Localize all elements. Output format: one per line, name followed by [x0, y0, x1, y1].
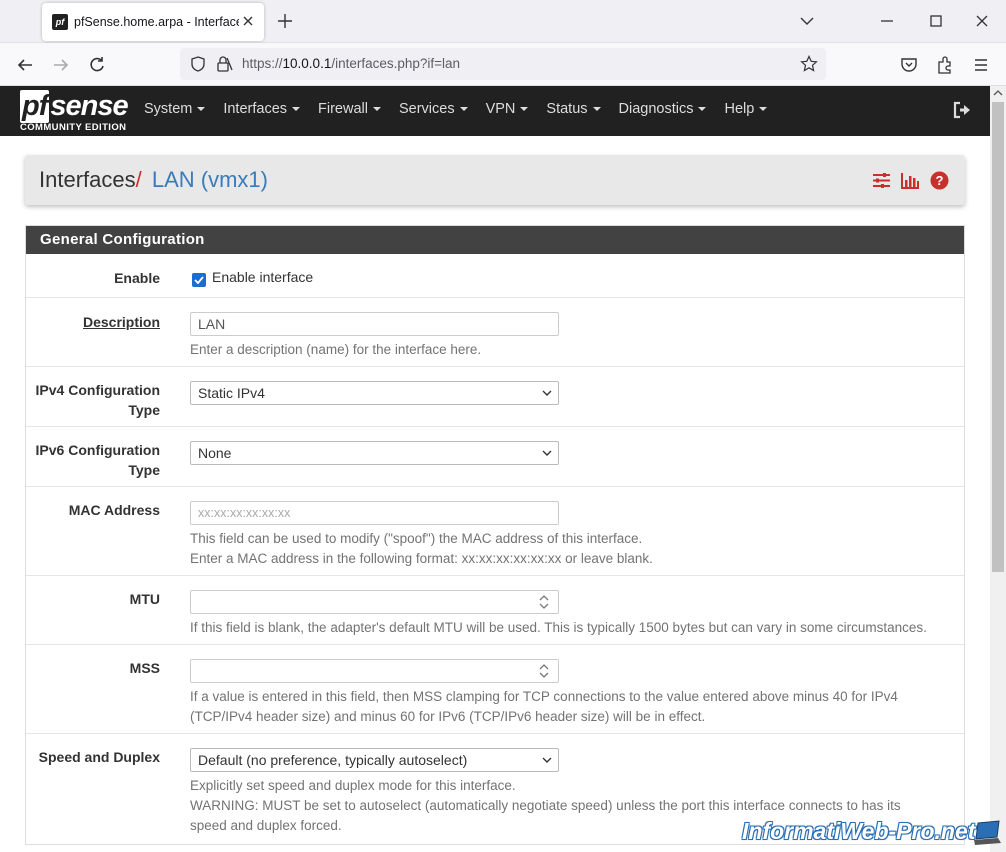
speed-duplex-help-2: WARNING: MUST be set to autoselect (auto…	[190, 798, 901, 813]
panel-title: General Configuration	[26, 226, 964, 254]
number-spinner-icon[interactable]	[538, 594, 550, 610]
bookmark-star-icon[interactable]	[800, 55, 818, 73]
breadcrumb-shortcuts: ?	[872, 171, 949, 190]
lock-warning-icon[interactable]	[215, 55, 233, 73]
minimize-icon[interactable]	[878, 12, 896, 30]
menu-status[interactable]: Status	[546, 101, 601, 117]
menu-firewall[interactable]: Firewall	[318, 101, 381, 117]
caret-down-icon	[372, 107, 381, 112]
breadcrumb-separator: /	[135, 167, 142, 192]
close-tab-icon[interactable]	[240, 13, 256, 29]
enable-row: Enable Enable interface	[26, 254, 964, 298]
description-label[interactable]: Description	[30, 312, 160, 332]
general-configuration-panel: General Configuration Enable Enable inte…	[25, 225, 965, 845]
enable-label: Enable	[114, 270, 160, 286]
enable-checkbox[interactable]	[192, 273, 206, 287]
menu-services[interactable]: Services	[399, 101, 468, 117]
browser-tab[interactable]: pf pfSense.home.arpa - Interfaces: LAN (…	[42, 3, 264, 41]
pfsense-logo[interactable]: pf sense COMMUNITY EDITION	[20, 90, 130, 134]
main-menu: System Interfaces Firewall Services VPN …	[144, 101, 785, 117]
caret-down-icon	[292, 107, 301, 112]
mac-address-row: MAC Address xx:xx:xx:xx:xx:xx This field…	[26, 487, 964, 576]
bar-chart-icon[interactable]	[901, 171, 920, 190]
breadcrumb-current[interactable]: LAN (vmx1)	[152, 167, 268, 192]
ipv4-type-row: IPv4 Configuration Type Static IPv4	[26, 367, 964, 427]
browser-navigation-bar: https://10.0.0.1/interfaces.php?if=lan	[0, 43, 1006, 86]
watermark: InformatiWeb-Pro.net	[742, 818, 976, 844]
logout-icon[interactable]	[952, 100, 972, 120]
menu-diagnostics[interactable]: Diagnostics	[619, 101, 707, 117]
mtu-help: If this field is blank, the adapter's de…	[190, 620, 927, 635]
chevron-down-icon	[542, 450, 552, 456]
chevron-down-icon	[542, 757, 552, 763]
breadcrumb-parent[interactable]: Interfaces	[39, 167, 136, 192]
forward-arrow-icon[interactable]	[51, 55, 71, 75]
speed-duplex-help-3: speed and duplex forced.	[190, 818, 342, 833]
ipv4-type-label: IPv4 Configuration Type	[35, 382, 160, 418]
close-window-icon[interactable]	[973, 12, 991, 30]
breadcrumb: Interfaces/ LAN (vmx1)	[39, 167, 268, 193]
pfsense-navbar: pf sense COMMUNITY EDITION System Interfa…	[0, 86, 990, 136]
scroll-up-arrow-icon[interactable]	[993, 88, 1003, 98]
browser-tab-bar: pf pfSense.home.arpa - Interfaces: LAN (…	[0, 0, 1006, 43]
mss-help-2: (TCP/IPv4 header size) and minus 60 for …	[190, 709, 706, 724]
caret-down-icon	[197, 107, 206, 112]
menu-help[interactable]: Help	[724, 101, 768, 117]
ipv6-type-label: IPv6 Configuration Type	[35, 442, 160, 478]
menu-interfaces[interactable]: Interfaces	[223, 101, 301, 117]
svg-text:?: ?	[936, 173, 944, 188]
menu-system[interactable]: System	[144, 101, 206, 117]
caret-down-icon	[759, 107, 768, 112]
mss-row: MSS If a value is entered in this field,…	[26, 645, 964, 734]
tab-title: pfSense.home.arpa - Interfaces: LAN (vmx…	[74, 15, 239, 29]
mac-address-help-1: This field can be used to modify ("spoof…	[190, 531, 643, 546]
description-help: Enter a description (name) for the inter…	[190, 342, 482, 357]
mac-address-input[interactable]: xx:xx:xx:xx:xx:xx	[190, 501, 559, 525]
shield-icon[interactable]	[189, 55, 207, 73]
enable-checkbox-label[interactable]: Enable interface	[212, 269, 313, 285]
number-spinner-icon[interactable]	[538, 663, 550, 679]
maximize-icon[interactable]	[927, 12, 945, 30]
mss-label: MSS	[129, 660, 160, 676]
mac-address-help-2: Enter a MAC address in the following for…	[190, 551, 653, 566]
ipv4-type-select[interactable]: Static IPv4	[190, 381, 559, 405]
mtu-row: MTU If this field is blank, the adapter'…	[26, 576, 964, 645]
url-text[interactable]: https://10.0.0.1/interfaces.php?if=lan	[242, 56, 460, 71]
hamburger-menu-icon[interactable]	[971, 55, 991, 75]
caret-down-icon	[592, 107, 601, 112]
pfsense-favicon-icon: pf	[52, 14, 68, 30]
breadcrumb-panel: Interfaces/ LAN (vmx1) ?	[25, 155, 965, 205]
ipv6-type-select[interactable]: None	[190, 441, 559, 465]
reload-icon[interactable]	[87, 55, 107, 75]
mtu-input[interactable]	[190, 590, 559, 614]
description-input[interactable]: LAN	[190, 312, 559, 336]
scrollbar-thumb[interactable]	[992, 102, 1004, 572]
tab-list-chevron-icon[interactable]	[798, 12, 816, 30]
speed-duplex-label: Speed and Duplex	[38, 749, 160, 765]
laptop-logo-icon	[974, 820, 1001, 845]
sliders-icon[interactable]	[872, 171, 891, 190]
menu-vpn[interactable]: VPN	[486, 101, 529, 117]
caret-down-icon	[698, 107, 707, 112]
address-bar[interactable]: https://10.0.0.1/interfaces.php?if=lan	[180, 48, 826, 80]
new-tab-icon[interactable]	[276, 12, 294, 30]
speed-duplex-help-1: Explicitly set speed and duplex mode for…	[190, 778, 516, 793]
chevron-down-icon	[542, 390, 552, 396]
pocket-icon[interactable]	[899, 55, 919, 75]
description-row: Description LAN Enter a description (nam…	[26, 298, 964, 367]
help-question-icon[interactable]: ?	[930, 171, 949, 190]
checkmark-icon	[194, 276, 204, 285]
speed-duplex-select[interactable]: Default (no preference, typically autose…	[190, 748, 559, 772]
mss-input[interactable]	[190, 659, 559, 683]
mac-address-label: MAC Address	[68, 502, 160, 518]
mtu-label: MTU	[129, 591, 160, 607]
caret-down-icon	[459, 107, 468, 112]
ipv6-type-row: IPv6 Configuration Type None	[26, 427, 964, 487]
extensions-icon[interactable]	[935, 55, 955, 75]
page-scrollbar[interactable]	[990, 86, 1006, 852]
back-arrow-icon[interactable]	[15, 55, 35, 75]
caret-down-icon	[520, 107, 529, 112]
mss-help-1: If a value is entered in this field, the…	[190, 689, 898, 704]
